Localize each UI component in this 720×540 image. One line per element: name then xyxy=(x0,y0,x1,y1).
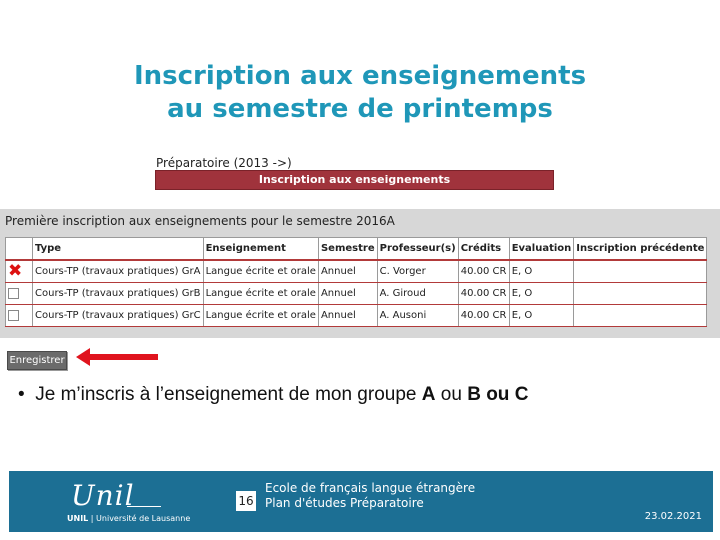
title-line-1: Inscription aux enseignements xyxy=(133,61,587,91)
instruction-bullet: • Je m’inscris à l’enseignement de mon g… xyxy=(18,384,528,406)
bullet-icon: • xyxy=(18,384,36,405)
col-semestre: Semestre xyxy=(317,237,378,261)
checked-x-icon[interactable]: ✖ xyxy=(8,261,22,281)
cell-credits: 40.00 CR xyxy=(457,282,510,305)
col-precedente: Inscription précédente xyxy=(573,237,708,261)
cell-professeur: A. Ausoni xyxy=(376,304,459,327)
page-number: 16 xyxy=(236,491,256,511)
cell-semestre: Annuel xyxy=(317,259,378,283)
logo-sub-bold: UNIL xyxy=(67,514,89,523)
cell-precedente xyxy=(573,259,708,283)
col-select xyxy=(5,237,33,261)
table-header-row: Type Enseignement Semestre Professeur(s)… xyxy=(5,237,708,261)
table-row[interactable]: Cours-TP (travaux pratiques) GrC Langue … xyxy=(5,304,708,327)
logo-sub-text: | Université de Lausanne xyxy=(88,514,191,523)
bullet-text: Je m’inscris à l’enseignement de mon gro… xyxy=(35,384,422,405)
cell-type: Cours-TP (travaux pratiques) GrA xyxy=(32,259,204,283)
cell-professeur: A. Giroud xyxy=(376,282,459,305)
school-line-1: Ecole de français langue étrangère xyxy=(265,481,476,495)
col-credits: Crédits xyxy=(457,237,510,261)
cell-enseignement: Langue écrite et orale xyxy=(202,282,319,305)
bullet-or-2: ou xyxy=(480,384,515,405)
logo-subtitle: UNIL | Université de Lausanne xyxy=(67,514,190,523)
footer: Unil UNIL | Université de Lausanne 16 Ec… xyxy=(9,471,713,532)
cell-type: Cours-TP (travaux pratiques) GrB xyxy=(32,282,204,305)
cell-precedente xyxy=(573,304,708,327)
cell-credits: 40.00 CR xyxy=(457,304,510,327)
footer-logo-area: Unil UNIL | Université de Lausanne xyxy=(9,471,241,532)
red-arrow-icon xyxy=(76,348,158,366)
panel-title: Première inscription aux enseignements p… xyxy=(5,214,395,228)
group-a: A xyxy=(421,384,436,405)
cell-precedente xyxy=(573,282,708,305)
slide-title: Inscription aux enseignements au semestr… xyxy=(0,60,720,126)
cell-semestre: Annuel xyxy=(317,282,378,305)
col-type: Type xyxy=(32,237,204,261)
row-select-cell[interactable] xyxy=(5,282,33,305)
cell-credits: 40.00 CR xyxy=(457,259,510,283)
row-select-cell[interactable] xyxy=(5,304,33,327)
cell-evaluation: E, O xyxy=(508,282,575,305)
table-row[interactable]: ✖ Cours-TP (travaux pratiques) GrA Langu… xyxy=(5,259,708,283)
save-button[interactable]: Enregistrer xyxy=(7,351,67,370)
col-enseignement: Enseignement xyxy=(202,237,319,261)
cell-evaluation: E, O xyxy=(508,304,575,327)
group-b: B xyxy=(467,384,481,405)
footer-date: 23.02.2021 xyxy=(644,511,702,522)
program-label: Préparatoire (2013 ->) xyxy=(156,156,292,170)
school-line-2: Plan d'études Préparatoire xyxy=(265,496,424,510)
row-checkbox[interactable] xyxy=(8,287,19,299)
table-row[interactable]: Cours-TP (travaux pratiques) GrB Langue … xyxy=(5,282,708,305)
enrollment-panel: Première inscription aux enseignements p… xyxy=(0,209,720,338)
school-info: Ecole de français langue étrangère Plan … xyxy=(265,481,475,511)
cell-semestre: Annuel xyxy=(317,304,378,327)
cell-enseignement: Langue écrite et orale xyxy=(202,304,319,327)
logo-underline xyxy=(127,506,161,507)
row-checkbox[interactable] xyxy=(8,309,19,321)
course-table: Type Enseignement Semestre Professeur(s)… xyxy=(5,237,708,327)
footer-info: Ecole de français langue étrangère Plan … xyxy=(256,471,713,532)
title-line-2: au semestre de printemps xyxy=(167,94,553,124)
cell-evaluation: E, O xyxy=(508,259,575,283)
cell-enseignement: Langue écrite et orale xyxy=(202,259,319,283)
row-select-cell[interactable]: ✖ xyxy=(5,259,33,283)
cell-professeur: C. Vorger xyxy=(376,259,459,283)
group-c: C xyxy=(514,384,529,405)
bullet-or-1: ou xyxy=(435,384,468,405)
col-professeur: Professeur(s) xyxy=(376,237,459,261)
unil-logo: Unil xyxy=(71,479,135,512)
col-evaluation: Evaluation xyxy=(508,237,575,261)
cell-type: Cours-TP (travaux pratiques) GrC xyxy=(32,304,204,327)
inscription-action-bar[interactable]: Inscription aux enseignements xyxy=(156,171,553,189)
